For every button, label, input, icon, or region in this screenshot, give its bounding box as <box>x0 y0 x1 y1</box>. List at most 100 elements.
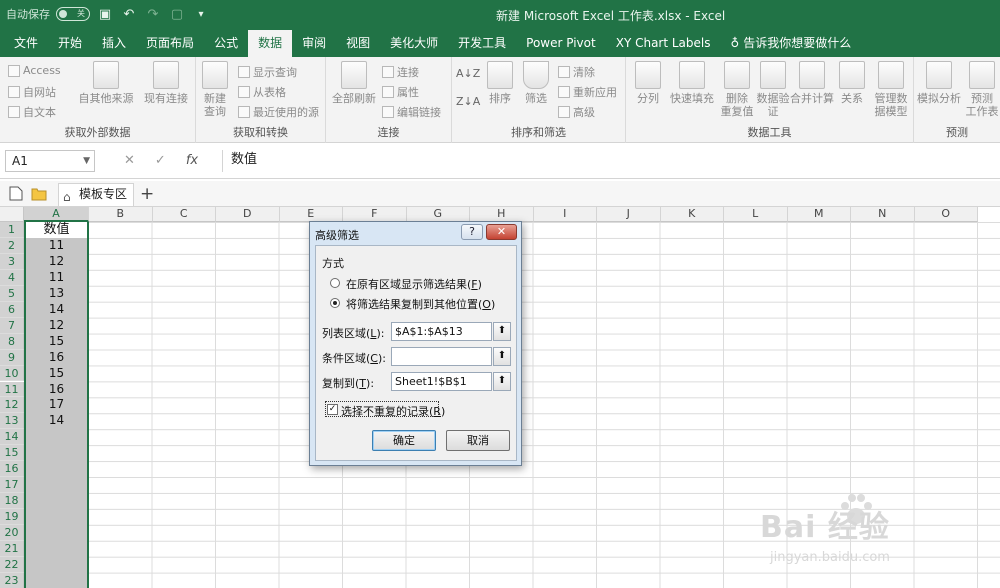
help-button[interactable]: ? <box>461 224 483 240</box>
from-other-sources-button[interactable]: 自其他来源 <box>78 61 134 105</box>
consolidate-button[interactable]: 合并计算 <box>786 61 838 105</box>
reapply-button[interactable]: 重新应用 <box>558 84 617 100</box>
tab-developer[interactable]: 开发工具 <box>448 30 516 57</box>
row-header-20[interactable]: 20 <box>0 525 24 541</box>
tab-page-layout[interactable]: 页面布局 <box>136 30 204 57</box>
refresh-all-button[interactable]: 全部刷新 <box>328 61 380 105</box>
cancel-button[interactable]: 取消 <box>446 430 510 451</box>
column-header-j[interactable]: J <box>597 207 661 222</box>
unique-records-label[interactable]: 选择不重复的记录(R) <box>341 403 445 419</box>
print-preview-icon[interactable]: ▢ <box>168 6 186 22</box>
from-text-button[interactable]: 自文本 <box>8 104 56 120</box>
tell-me-box[interactable]: ♁ 告诉我你想要做什么 <box>721 30 862 57</box>
row-header-9[interactable]: 9 <box>0 349 24 366</box>
properties-button[interactable]: 属性 <box>382 84 419 100</box>
row-header-7[interactable]: 7 <box>0 317 24 334</box>
column-header-f[interactable]: F <box>343 207 407 222</box>
column-header-o[interactable]: O <box>914 207 978 222</box>
radio-copy-to-location-label[interactable]: 将筛选结果复制到其他位置(O) <box>346 296 495 312</box>
add-tab-button[interactable]: + <box>140 183 154 205</box>
cell-a3[interactable]: 12 <box>26 254 87 270</box>
advanced-filter-button[interactable]: 高级 <box>558 104 595 120</box>
save-icon[interactable]: ▣ <box>96 6 114 22</box>
tab-view[interactable]: 视图 <box>336 30 380 57</box>
row-header-2[interactable]: 2 <box>0 237 24 254</box>
criteria-range-input[interactable] <box>391 347 492 366</box>
row-header-22[interactable]: 22 <box>0 556 24 573</box>
tab-beautify[interactable]: 美化大师 <box>380 30 448 57</box>
cell-a6[interactable]: 14 <box>26 302 87 318</box>
ok-button[interactable]: 确定 <box>372 430 436 451</box>
copy-to-input[interactable]: Sheet1!$B$1 <box>391 372 492 391</box>
unique-records-checkbox[interactable]: ✓ <box>327 404 338 415</box>
column-header-m[interactable]: M <box>787 207 851 222</box>
tab-data[interactable]: 数据 <box>248 30 293 57</box>
autosave-toggle[interactable]: 关 <box>56 7 90 21</box>
what-if-analysis-button[interactable]: 模拟分析 <box>914 61 964 105</box>
row-header-6[interactable]: 6 <box>0 301 24 318</box>
column-header-n[interactable]: N <box>851 207 915 222</box>
formula-input[interactable]: 数值 <box>222 150 1000 172</box>
column-header-b[interactable]: B <box>89 207 153 222</box>
tab-power-pivot[interactable]: Power Pivot <box>516 30 606 57</box>
existing-connections-button[interactable]: 现有连接 <box>140 61 192 105</box>
name-box[interactable]: A1 ▼ <box>5 150 95 172</box>
from-access-button[interactable]: Access <box>8 64 61 77</box>
tab-template-zone[interactable]: ⌂ 模板专区 <box>58 183 134 206</box>
show-queries-button[interactable]: 显示查询 <box>238 64 297 80</box>
forecast-sheet-button[interactable]: 预测 工作表 <box>962 61 1000 118</box>
tab-home[interactable]: 开始 <box>48 30 92 57</box>
cell-a4[interactable]: 11 <box>26 270 87 286</box>
undo-icon[interactable]: ↶ <box>120 6 138 22</box>
connections-button[interactable]: 连接 <box>382 64 419 80</box>
close-button[interactable]: ✕ <box>486 224 517 240</box>
row-header-3[interactable]: 3 <box>0 253 24 270</box>
new-document-icon[interactable] <box>9 186 23 201</box>
cell-a11[interactable]: 16 <box>26 382 87 398</box>
row-header-18[interactable]: 18 <box>0 493 24 510</box>
manage-data-model-button[interactable]: 管理数 据模型 <box>868 61 914 118</box>
row-header-1[interactable]: 1 <box>0 222 24 238</box>
sort-ascending-button[interactable]: A↓Z <box>456 67 480 80</box>
row-header-14[interactable]: 14 <box>0 429 24 446</box>
column-header-i[interactable]: I <box>533 207 597 222</box>
clear-filter-button[interactable]: 清除 <box>558 64 595 80</box>
edit-links-button[interactable]: 编辑链接 <box>382 104 441 120</box>
flash-fill-button[interactable]: 快速填充 <box>666 61 718 105</box>
column-header-l[interactable]: L <box>724 207 788 222</box>
sort-descending-button[interactable]: Z↓A <box>456 95 480 108</box>
row-header-13[interactable]: 13 <box>0 413 24 430</box>
list-range-input[interactable]: $A$1:$A$13 <box>391 322 492 341</box>
row-header-8[interactable]: 8 <box>0 333 24 350</box>
from-web-button[interactable]: 自网站 <box>8 84 56 100</box>
tab-xy-chart-labels[interactable]: XY Chart Labels <box>606 30 721 57</box>
radio-filter-in-place-label[interactable]: 在原有区域显示筛选结果(F) <box>346 276 482 292</box>
from-table-button[interactable]: 从表格 <box>238 84 286 100</box>
cell-a9[interactable]: 16 <box>26 350 87 366</box>
tab-formulas[interactable]: 公式 <box>204 30 248 57</box>
column-header-a[interactable]: A <box>24 207 89 222</box>
column-header-g[interactable]: G <box>406 207 470 222</box>
relationships-button[interactable]: 关系 <box>832 61 872 105</box>
enter-entry-icon[interactable]: ✓ <box>155 153 166 168</box>
recent-sources-button[interactable]: 最近使用的源 <box>238 104 319 120</box>
column-header-d[interactable]: D <box>216 207 280 222</box>
row-header-4[interactable]: 4 <box>0 269 24 286</box>
row-header-21[interactable]: 21 <box>0 541 24 557</box>
copy-to-collapse-icon[interactable]: ⬆ <box>493 372 511 391</box>
row-header-5[interactable]: 5 <box>0 285 24 302</box>
radio-copy-to-location[interactable] <box>330 298 340 308</box>
tab-file[interactable]: 文件 <box>4 30 48 57</box>
column-header-h[interactable]: H <box>470 207 534 222</box>
cell-a7[interactable]: 12 <box>26 318 87 334</box>
column-header-c[interactable]: C <box>152 207 216 222</box>
row-header-10[interactable]: 10 <box>0 365 24 382</box>
row-header-15[interactable]: 15 <box>0 445 24 462</box>
select-all-corner[interactable] <box>0 207 24 222</box>
filter-button[interactable]: 筛选 <box>514 61 558 105</box>
insert-function-icon[interactable]: fx <box>186 153 198 168</box>
row-header-12[interactable]: 12 <box>0 397 24 414</box>
row-header-17[interactable]: 17 <box>0 477 24 494</box>
radio-filter-in-place[interactable] <box>330 278 340 288</box>
row-header-16[interactable]: 16 <box>0 461 24 478</box>
